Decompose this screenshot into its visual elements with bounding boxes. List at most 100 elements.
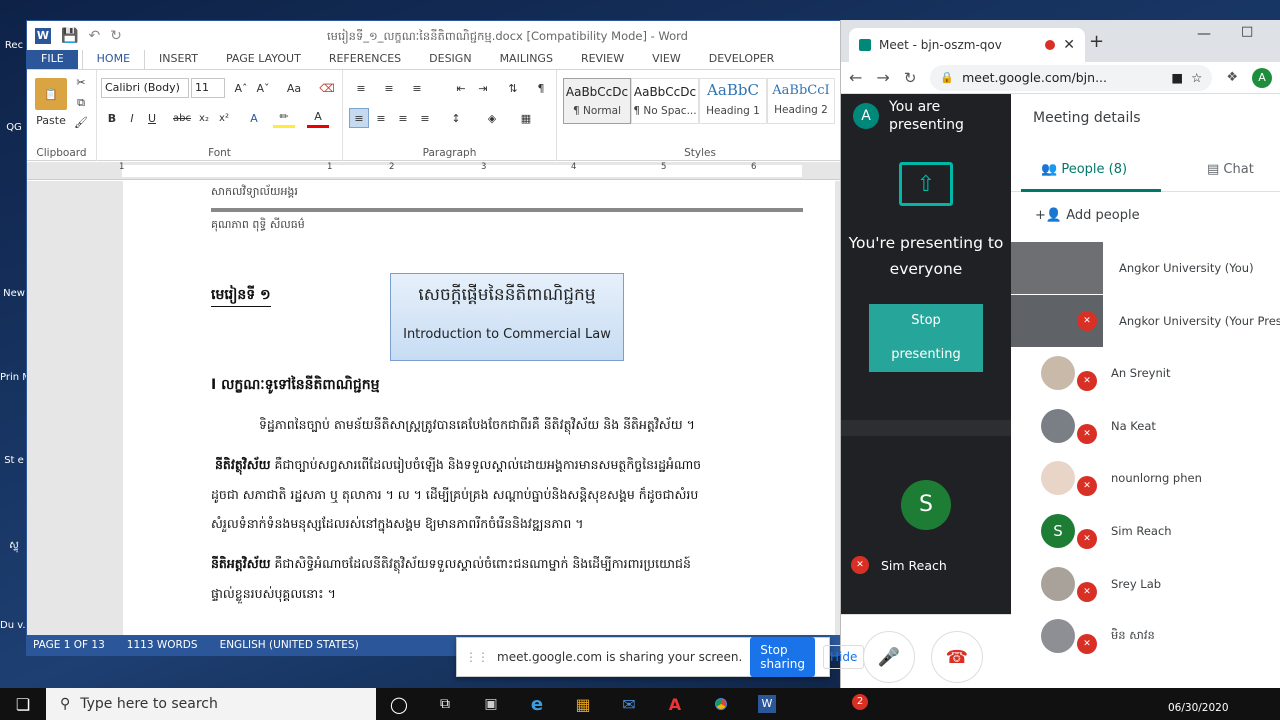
change-case-icon[interactable]: Aa — [281, 78, 307, 98]
sort-icon[interactable]: ⇅ — [503, 78, 523, 98]
word-count[interactable]: 1113 WORDS — [127, 639, 198, 651]
back-icon[interactable]: ← — [849, 68, 862, 87]
font-size-combo[interactable]: 11 — [191, 78, 225, 98]
borders-icon[interactable]: ▦ — [513, 108, 539, 128]
new-tab-icon[interactable]: + — [1089, 31, 1104, 52]
mic-icon[interactable]: 🎤 — [863, 631, 915, 683]
address-bar[interactable]: 🔒 meet.google.com/bjn... ■ ☆ — [930, 64, 1213, 91]
bookmark-star-icon[interactable]: ☆ — [1191, 70, 1202, 85]
desktop-icon[interactable]: New — [0, 288, 28, 299]
desktop-icon[interactable]: Prin Ma — [0, 372, 28, 383]
add-people-button[interactable]: +👤 Add people — [1035, 208, 1140, 223]
strikethrough-icon[interactable]: abc — [171, 108, 193, 128]
desktop-icon[interactable]: QG — [0, 122, 28, 133]
windows-start-icon[interactable]: ❏ — [0, 688, 46, 720]
participant-row[interactable]: ✕ nounlorng phen — [1011, 452, 1280, 504]
underline-icon[interactable]: U — [143, 108, 161, 128]
font-color-icon[interactable]: A — [307, 108, 329, 128]
participant-row[interactable]: S ✕ Sim Reach — [1011, 505, 1280, 557]
show-marks-icon[interactable]: ¶ — [531, 78, 551, 98]
style-heading-2[interactable]: AaBbCcI Heading 2 — [767, 78, 835, 124]
people-tab[interactable]: 👥 People (8) — [1041, 162, 1127, 177]
participant-row[interactable]: ✕ Angkor University (Your Prese — [1011, 294, 1280, 347]
cut-icon[interactable]: ✂ — [73, 76, 89, 89]
tab-file[interactable]: FILE — [27, 49, 78, 69]
italic-icon[interactable]: I — [123, 108, 141, 128]
ruler[interactable]: 1 1 2 3 4 5 6 — [27, 162, 841, 180]
superscript-icon[interactable]: x² — [215, 108, 233, 128]
browser-tab[interactable]: Meet - bjn-oszm-qov ✕ — [849, 28, 1085, 62]
undo-icon[interactable]: ↶ — [88, 28, 100, 44]
tab-mailings[interactable]: MAILINGS — [486, 49, 567, 69]
participant-row[interactable]: ✕ An Sreynit — [1011, 347, 1280, 399]
desktop-icon[interactable]: St e — [0, 455, 28, 466]
desktop-icon[interactable]: Du v.4 — [0, 620, 28, 631]
clear-format-icon[interactable]: ⌫ — [317, 78, 337, 98]
text-effects-icon[interactable]: A — [243, 108, 265, 128]
app-icon[interactable]: ▣ — [468, 688, 514, 720]
maximize-icon[interactable]: □ — [1241, 24, 1253, 39]
style-no-spacing[interactable]: AaBbCcDc ¶ No Spac... — [631, 78, 699, 124]
document-canvas[interactable]: សាកលវិទ្យាល័យអង្គរ គុណភាព ពុទ្ធិ សីលធម៌ … — [27, 181, 841, 637]
grow-font-icon[interactable]: Aˆ — [231, 78, 251, 98]
task-view-icon[interactable]: ⧉ — [422, 688, 468, 720]
tab-references[interactable]: REFERENCES — [315, 49, 415, 69]
line-spacing-icon[interactable]: ↕ — [443, 108, 469, 128]
store-icon[interactable]: ▦ — [560, 688, 606, 720]
tab-developer[interactable]: DEVELOPER — [695, 49, 789, 69]
font-name-combo[interactable]: Calibri (Body) — [101, 78, 189, 98]
participant-row[interactable]: Angkor University (You) — [1011, 242, 1280, 294]
desktop-icon[interactable]: ស្ទុ — [0, 538, 28, 553]
shrink-font-icon[interactable]: Aˇ — [253, 78, 273, 98]
word-taskbar-icon[interactable]: W — [744, 688, 790, 720]
copy-icon[interactable]: ⧉ — [73, 96, 89, 110]
participant-tile[interactable]: S ✕ Sim Reach — [841, 436, 1011, 614]
highlight-icon[interactable]: ✏ — [273, 108, 295, 128]
clock-date[interactable]: 06/30/2020 — [1168, 702, 1229, 714]
extensions-icon[interactable]: ❖ — [1226, 70, 1238, 85]
participant-row[interactable]: ✕ Na Keat — [1011, 400, 1280, 452]
hang-up-icon[interactable]: ☎ — [931, 631, 983, 683]
tab-design[interactable]: DESIGN — [415, 49, 485, 69]
shading-icon[interactable]: ◈ — [479, 108, 505, 128]
profile-avatar[interactable]: A — [1252, 67, 1272, 88]
participant-row[interactable]: ✕ មិន សាវន — [1011, 610, 1280, 662]
save-icon[interactable]: 💾 — [61, 28, 78, 44]
increase-indent-icon[interactable]: ⇥ — [473, 78, 493, 98]
participant-row[interactable]: ✕ Srey Lab — [1011, 558, 1280, 610]
reload-icon[interactable]: ↻ — [904, 69, 917, 87]
chat-tab[interactable]: ▤ Chat — [1207, 162, 1254, 177]
minimize-icon[interactable]: — — [1197, 26, 1211, 42]
decrease-indent-icon[interactable]: ⇤ — [451, 78, 471, 98]
justify-icon[interactable]: ≡ — [415, 108, 435, 128]
multilevel-list-icon[interactable]: ≡ — [405, 78, 429, 98]
align-center-icon[interactable]: ≡ — [371, 108, 391, 128]
align-left-icon[interactable]: ≡ — [349, 108, 369, 128]
stop-sharing-button[interactable]: Stop sharing — [750, 637, 815, 677]
acrobat-icon[interactable]: A — [652, 688, 698, 720]
numbering-icon[interactable]: ≡ — [377, 78, 401, 98]
redo-icon[interactable]: ↻ — [110, 28, 122, 44]
style-heading-1[interactable]: AaBbC Heading 1 — [699, 78, 767, 124]
paste-button[interactable]: Paste — [33, 114, 69, 127]
format-painter-icon[interactable]: 🖌 — [73, 116, 89, 129]
bullets-icon[interactable]: ≡ — [349, 78, 373, 98]
bold-icon[interactable]: B — [103, 108, 121, 128]
desktop-icon[interactable]: Rec — [0, 40, 28, 51]
tab-review[interactable]: REVIEW — [567, 49, 638, 69]
tab-view[interactable]: VIEW — [638, 49, 695, 69]
forward-icon[interactable]: → — [876, 68, 889, 87]
taskbar-search[interactable]: ⚲ Type here to search — [46, 688, 376, 720]
language-indicator[interactable]: ENGLISH (UNITED STATES) — [220, 639, 359, 651]
edge-icon[interactable]: e — [514, 688, 560, 720]
chrome-icon[interactable] — [698, 688, 744, 720]
page-count[interactable]: PAGE 1 OF 13 — [33, 639, 105, 651]
document-page[interactable]: សាកលវិទ្យាល័យអង្គរ គុណភាព ពុទ្ធិ សីលធម៌ … — [123, 181, 835, 637]
drag-handle-icon[interactable]: ⋮⋮ — [465, 650, 489, 664]
stop-presenting-button[interactable]: Stop presenting — [869, 304, 983, 372]
align-right-icon[interactable]: ≡ — [393, 108, 413, 128]
tab-home[interactable]: HOME — [81, 48, 146, 69]
cortana-icon[interactable]: ◯ — [376, 688, 422, 720]
hide-button[interactable]: Hide — [822, 645, 865, 669]
camera-icon[interactable]: ■ — [1171, 70, 1183, 85]
